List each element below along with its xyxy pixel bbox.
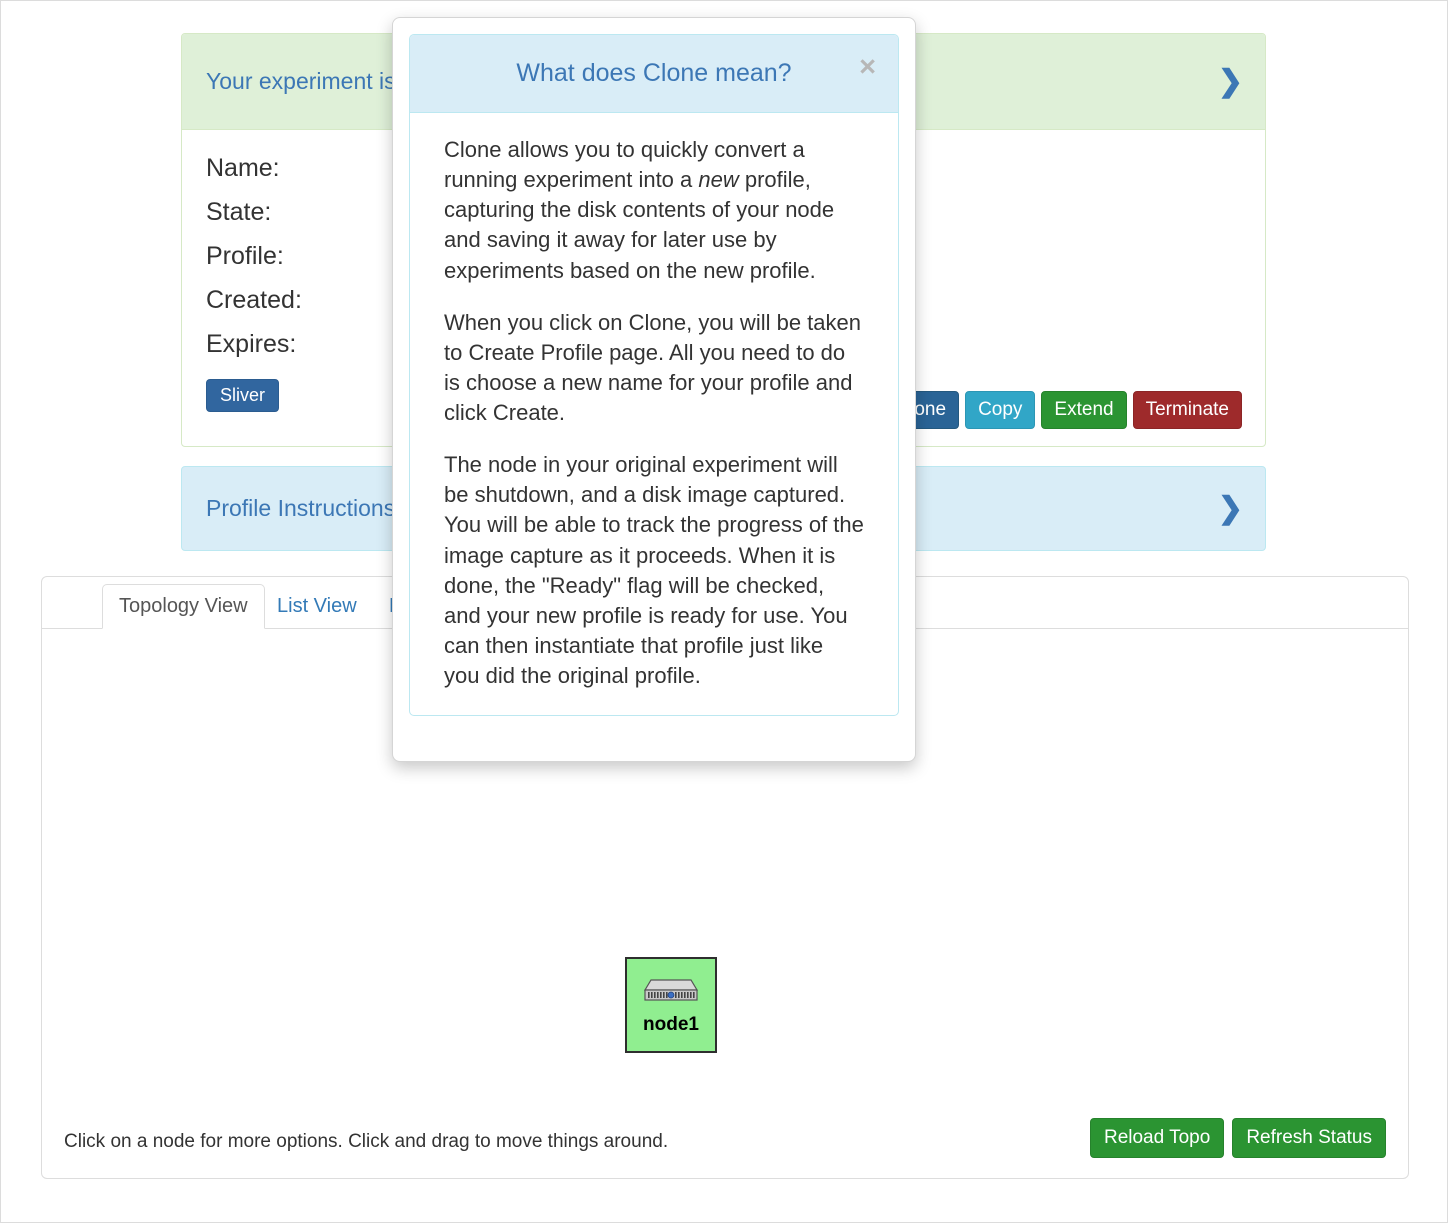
sliver-button[interactable]: Sliver <box>206 379 280 412</box>
modal-inner-panel: What does Clone mean? × Clone allows you… <box>409 34 899 717</box>
server-node-icon <box>643 979 699 1001</box>
topology-footer: Click on a node for more options. Click … <box>42 1118 1408 1179</box>
experiment-action-bar: Clone Copy Extend Terminate <box>883 391 1242 429</box>
profile-instructions-title: Profile Instructions <box>206 494 396 521</box>
clone-info-modal: What does Clone mean? × Clone allows you… <box>392 17 916 762</box>
topology-hint-text: Click on a node for more options. Click … <box>64 1131 669 1152</box>
reload-topo-button[interactable]: Reload Topo <box>1089 1118 1225 1158</box>
topology-node-node1[interactable]: node1 <box>625 957 717 1053</box>
modal-paragraph-3: The node in your original experiment wil… <box>444 452 864 688</box>
modal-header: What does Clone mean? × <box>410 35 898 113</box>
chevron-right-icon[interactable]: ❯ <box>1218 66 1243 97</box>
extend-button[interactable]: Extend <box>1041 391 1127 429</box>
page-root: Your experiment is ready! ❯ Name: State:… <box>0 0 1448 1223</box>
modal-title: What does Clone mean? <box>516 59 792 87</box>
modal-paragraph-1: Clone allows you to quickly convert a ru… <box>444 135 864 286</box>
terminate-button[interactable]: Terminate <box>1132 391 1242 429</box>
chevron-right-icon[interactable]: ❯ <box>1218 493 1243 524</box>
node-label: node1 <box>643 1014 699 1035</box>
topology-button-group: Reload Topo Refresh Status <box>1089 1118 1386 1158</box>
refresh-status-button[interactable]: Refresh Status <box>1232 1118 1386 1158</box>
modal-body: Clone allows you to quickly convert a ru… <box>410 113 898 715</box>
copy-button[interactable]: Copy <box>965 391 1036 429</box>
modal-paragraph-1-emphasis: new <box>698 167 739 193</box>
modal-paragraph-2: When you click on Clone, you will be tak… <box>444 309 861 425</box>
close-icon[interactable]: × <box>855 49 880 86</box>
tab-list-view[interactable]: List View <box>260 584 374 629</box>
tab-topology-view[interactable]: Topology View <box>102 584 265 629</box>
